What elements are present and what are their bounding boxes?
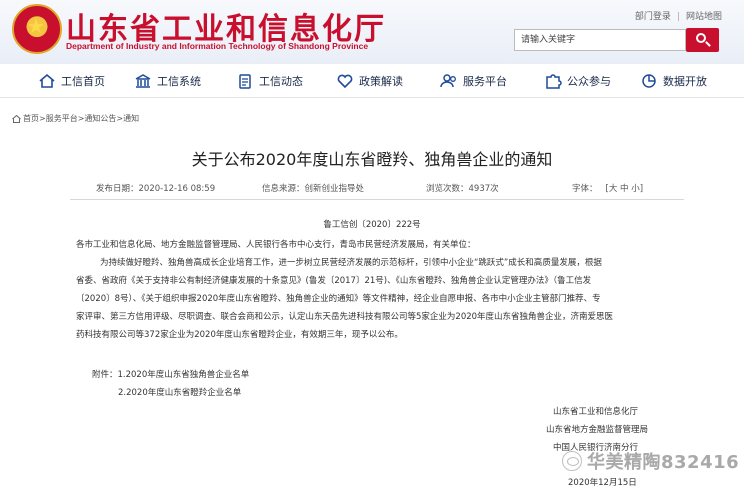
star-icon: ★: [27, 14, 45, 38]
clipboard-icon: [236, 73, 254, 89]
nav-item-label: 工信动态: [259, 75, 303, 88]
body-line: 省委、省政府《关于支持非公有制经济健康发展的十条意见》(鲁发〔2017〕21号)…: [76, 276, 592, 286]
article-meta: 发布日期：2020-12-16 08:59 信息来源：创新创业指导处 浏览次数：…: [70, 180, 684, 198]
people-icon: [440, 73, 458, 89]
nav-item-open-data[interactable]: 数据开放: [640, 72, 707, 90]
building-icon: [134, 73, 152, 89]
nav-item-service[interactable]: 服务平台: [440, 72, 507, 90]
search-button[interactable]: [686, 28, 719, 52]
signature-line: 山东省地方金融监督管理局: [546, 425, 649, 435]
breadcrumb-service-platform[interactable]: 服务平台: [46, 113, 78, 124]
font-size-selector[interactable]: [大 中 小]: [606, 184, 644, 194]
attachment-1-link[interactable]: 附件：1.2020年度山东省独角兽企业名单: [92, 368, 249, 380]
views-label: 浏览次数：: [426, 184, 469, 194]
attachment-2-link[interactable]: 2.2020年度山东省瞪羚企业名单: [118, 386, 241, 398]
national-emblem-logo: ★: [12, 4, 62, 54]
watermark-text: 华美精陶832416: [587, 452, 740, 473]
signature-line: 山东省工业和信息化厅: [553, 407, 639, 417]
breadcrumb: 首页 > 服务平台 > 通知公告 > 通知: [12, 113, 139, 124]
watermark: 华美精陶832416: [562, 448, 739, 474]
breadcrumb-notice[interactable]: 通知: [123, 113, 139, 124]
nav-item-home[interactable]: 工信首页: [38, 72, 105, 90]
search-input[interactable]: 请输入关键字: [514, 29, 686, 51]
department-login-link[interactable]: 部门登录: [635, 9, 671, 22]
view-count: 4937次: [468, 184, 499, 194]
nav-item-label: 工信首页: [61, 75, 105, 88]
site-header: ★ 山东省工业和信息化厅 Department of Industry and …: [0, 0, 744, 64]
top-links: 部门登录 | 网站地图: [635, 9, 722, 22]
breadcrumb-announcements[interactable]: 通知公告: [84, 113, 116, 124]
nav-item-news[interactable]: 工信动态: [236, 72, 303, 90]
link-divider: |: [676, 12, 680, 22]
font-size-label: 字体：: [572, 184, 598, 194]
source-label: 信息来源：: [262, 184, 305, 194]
site-subtitle: Department of Industry and Information T…: [66, 41, 369, 51]
publish-date-label: 发布日期：: [96, 184, 139, 194]
site-map-link[interactable]: 网站地图: [686, 9, 722, 22]
info-source: 创新创业指导处: [304, 184, 365, 194]
publish-date: 2020-12-16 08:59: [138, 184, 216, 194]
main-nav: 工信首页 工信系统 工信动态 政策解读 服务平台 公众参与 数据开放: [0, 64, 744, 98]
sign-date: 2020年12月15日: [568, 478, 637, 488]
chart-icon: [640, 73, 658, 89]
body-line: 药科技有限公司等372家企业为2020年度山东省瞪羚企业，有效期三年，现予以公布…: [76, 330, 403, 340]
body-line: 为持续做好瞪羚、独角兽高成长企业培育工作，进一步树立民营经济发展的示范标杆，引领…: [100, 258, 602, 268]
home-icon: [38, 73, 56, 89]
heart-icon: [336, 73, 354, 89]
nav-item-system[interactable]: 工信系统: [134, 72, 201, 90]
breadcrumb-home[interactable]: 首页: [23, 113, 39, 124]
divider: [70, 199, 684, 200]
nav-item-label: 政策解读: [359, 75, 403, 88]
wechat-icon: [562, 451, 582, 471]
nav-item-policy[interactable]: 政策解读: [336, 72, 403, 90]
nav-item-participation[interactable]: 公众参与: [544, 72, 611, 90]
nav-item-label: 服务平台: [463, 75, 507, 88]
article-title: 关于公布2020年度山东省瞪羚、独角兽企业的通知: [191, 150, 553, 169]
puzzle-icon: [544, 73, 562, 89]
salutation: 各市工业和信息化局、地方金融监督管理局、人民银行各市中心支行，青岛市民营经济发展…: [76, 240, 476, 250]
document-number: 鲁工信创〔2020〕222号: [323, 220, 421, 230]
body-line: 〔2020〕8号）、《关于组织申报2020年度山东省瞪羚、独角兽企业的通知》等文…: [76, 294, 601, 304]
nav-item-label: 数据开放: [663, 75, 707, 88]
nav-item-label: 公众参与: [567, 75, 611, 88]
home-icon: [12, 114, 21, 123]
nav-item-label: 工信系统: [157, 75, 201, 88]
body-line: 家评审、第三方信用评级、尽职调查、联合会商和公示，认定山东天岳先进科技有限公司等…: [76, 312, 614, 322]
